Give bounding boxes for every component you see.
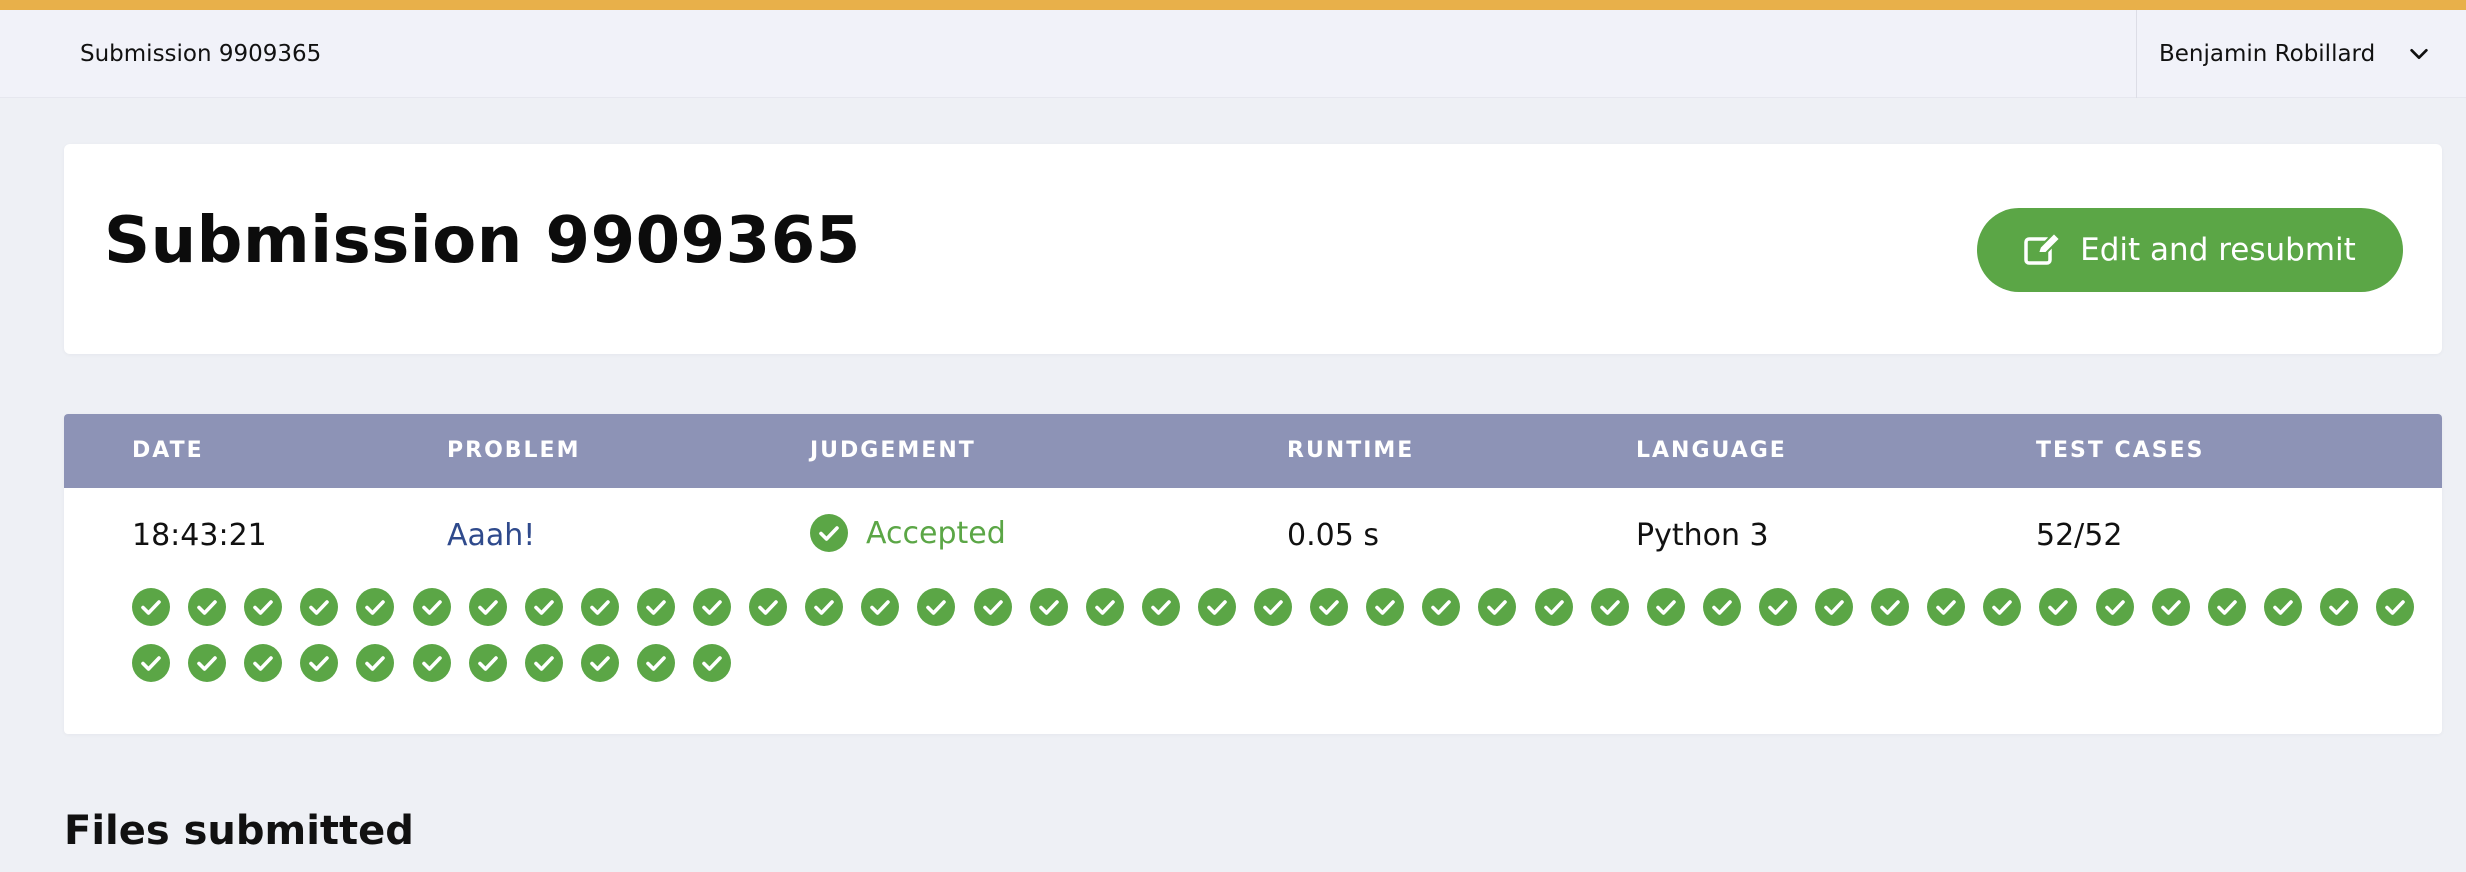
chevron-down-icon bbox=[2410, 48, 2428, 60]
test-case-passed-icon[interactable] bbox=[805, 588, 844, 626]
column-header-problem: PROBLEM bbox=[447, 438, 581, 463]
top-navbar: Submission 9909365 Benjamin Robillard bbox=[0, 10, 2466, 98]
test-case-passed-icon[interactable] bbox=[749, 588, 788, 626]
table-header: DATE PROBLEM JUDGEMENT RUNTIME LANGUAGE … bbox=[64, 414, 2442, 488]
test-case-passed-icon[interactable] bbox=[132, 588, 170, 626]
column-header-test-cases: TEST CASES bbox=[2036, 438, 2205, 463]
test-case-passed-icon[interactable] bbox=[1197, 588, 1236, 626]
test-case-passed-icon[interactable] bbox=[693, 644, 731, 682]
submission-date: 18:43:21 bbox=[132, 518, 267, 553]
test-case-passed-icon[interactable] bbox=[1590, 588, 1629, 626]
test-case-passed-icon[interactable] bbox=[1758, 588, 1797, 626]
top-accent-stripe bbox=[0, 0, 2466, 10]
test-case-passed-icon[interactable] bbox=[1478, 588, 1517, 626]
test-case-passed-icon[interactable] bbox=[300, 588, 339, 626]
test-cases-value: 52/52 bbox=[2036, 518, 2123, 553]
judgement-status: Accepted bbox=[810, 514, 1006, 552]
column-header-runtime: RUNTIME bbox=[1287, 438, 1415, 463]
test-case-passed-icon[interactable] bbox=[412, 644, 451, 682]
test-case-passed-icon[interactable] bbox=[468, 644, 507, 682]
test-case-passed-icon[interactable] bbox=[973, 588, 1012, 626]
judgement-label: Accepted bbox=[866, 515, 1006, 551]
test-case-passed-icon[interactable] bbox=[356, 644, 395, 682]
test-case-passed-icon[interactable] bbox=[1646, 588, 1685, 626]
column-header-judgement: JUDGEMENT bbox=[810, 438, 976, 463]
test-case-passed-icon[interactable] bbox=[917, 588, 956, 626]
test-case-passed-icon[interactable] bbox=[2376, 588, 2414, 626]
test-case-passed-icon[interactable] bbox=[1366, 588, 1405, 626]
page-title: Submission 9909365 bbox=[104, 204, 861, 278]
test-case-passed-icon[interactable] bbox=[636, 588, 675, 626]
test-case-passed-icon[interactable] bbox=[580, 588, 619, 626]
edit-and-resubmit-label: Edit and resubmit bbox=[2080, 232, 2356, 268]
test-case-passed-icon[interactable] bbox=[244, 644, 283, 682]
test-case-passed-icon[interactable] bbox=[1029, 588, 1068, 626]
column-header-date: DATE bbox=[132, 438, 204, 463]
column-header-language: LANGUAGE bbox=[1636, 438, 1787, 463]
test-case-passed-icon[interactable] bbox=[1983, 588, 2022, 626]
submission-header-card: Submission 9909365 Edit and resubmit bbox=[64, 144, 2442, 354]
test-case-passed-icon[interactable] bbox=[468, 588, 507, 626]
test-case-passed-icon[interactable] bbox=[244, 588, 283, 626]
test-case-passed-icon[interactable] bbox=[861, 588, 900, 626]
test-case-passed-icon[interactable] bbox=[188, 588, 227, 626]
test-case-passed-icon[interactable] bbox=[580, 644, 619, 682]
test-case-passed-icon[interactable] bbox=[1702, 588, 1741, 626]
test-case-passed-icon[interactable] bbox=[636, 644, 675, 682]
test-case-passed-icon[interactable] bbox=[412, 588, 451, 626]
test-case-passed-icon[interactable] bbox=[2095, 588, 2134, 626]
test-case-passed-icon[interactable] bbox=[1422, 588, 1461, 626]
test-case-passed-icon[interactable] bbox=[2319, 588, 2358, 626]
problem-link[interactable]: Aaah! bbox=[447, 518, 535, 553]
test-case-passed-icon[interactable] bbox=[188, 644, 227, 682]
test-case-passed-icon[interactable] bbox=[1141, 588, 1180, 626]
edit-and-resubmit-button[interactable]: Edit and resubmit bbox=[1977, 208, 2403, 292]
test-case-passed-icon[interactable] bbox=[356, 588, 395, 626]
topbar-title: Submission 9909365 bbox=[80, 41, 322, 67]
test-case-passed-icon[interactable] bbox=[2039, 588, 2078, 626]
files-submitted-heading: Files submitted bbox=[64, 808, 414, 854]
test-case-passed-icon[interactable] bbox=[1254, 588, 1292, 626]
test-case-passed-icon[interactable] bbox=[524, 588, 563, 626]
test-case-passed-icon[interactable] bbox=[1534, 588, 1573, 626]
test-case-passed-icon[interactable] bbox=[2151, 588, 2190, 626]
user-name: Benjamin Robillard bbox=[2159, 41, 2376, 67]
edit-icon bbox=[2024, 233, 2061, 265]
test-case-passed-icon[interactable] bbox=[1085, 588, 1124, 626]
test-case-passed-icon[interactable] bbox=[300, 644, 339, 682]
check-circle-icon bbox=[810, 514, 848, 552]
test-case-passed-icon[interactable] bbox=[693, 588, 731, 626]
test-case-passed-icon[interactable] bbox=[524, 644, 563, 682]
test-case-passed-icon[interactable] bbox=[1815, 588, 1853, 626]
runtime-value: 0.05 s bbox=[1287, 518, 1379, 553]
test-case-passed-icon[interactable] bbox=[1871, 588, 1910, 626]
test-case-passed-icon[interactable] bbox=[132, 644, 170, 682]
test-case-passed-icon[interactable] bbox=[2263, 588, 2302, 626]
test-case-passed-icon[interactable] bbox=[1927, 588, 1966, 626]
test-case-passed-icon[interactable] bbox=[2207, 588, 2246, 626]
user-menu[interactable]: Benjamin Robillard bbox=[2136, 10, 2466, 98]
language-value: Python 3 bbox=[1636, 518, 1769, 553]
submission-table: DATE PROBLEM JUDGEMENT RUNTIME LANGUAGE … bbox=[64, 414, 2442, 734]
test-case-passed-icon[interactable] bbox=[1310, 588, 1349, 626]
